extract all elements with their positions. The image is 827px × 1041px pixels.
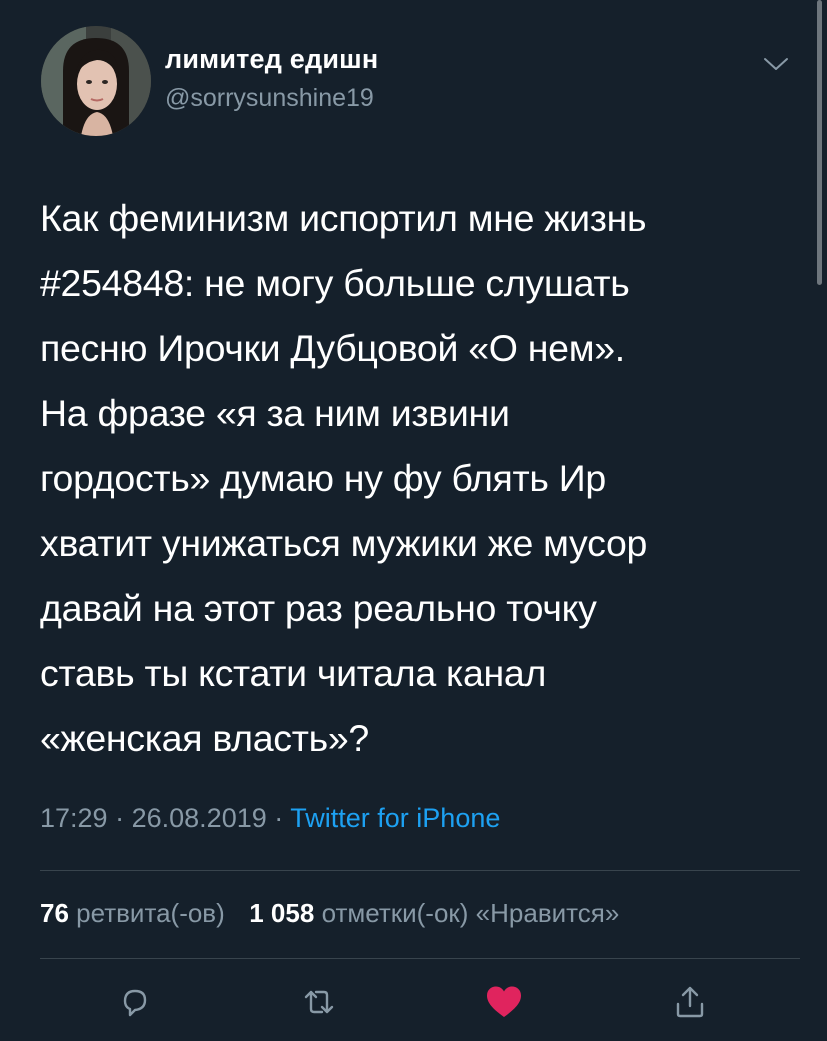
tweet-stats: 76 ретвита(-ов) 1 058 отметки(-ок) «Нрав… [40, 898, 619, 929]
tweet-text: Как феминизм испортил мне жизнь #254848:… [40, 186, 800, 771]
likes-stat[interactable]: 1 058 отметки(-ок) «Нравится» [249, 898, 619, 928]
more-options-button[interactable] [758, 50, 794, 78]
profile-photo-icon [41, 26, 151, 136]
tweet-text-line: давай на этот раз реально точку [40, 587, 597, 629]
tweet-time: 17:29 [40, 803, 108, 833]
divider [40, 958, 800, 959]
tweet-date: 26.08.2019 [131, 803, 267, 833]
retweet-button[interactable] [297, 980, 341, 1024]
tweet-text-line: «женская власть»? [40, 717, 369, 759]
tweet-text-line: На фразе «я за ним извини [40, 392, 510, 434]
tweet-text-line: Как феминизм испортил мне жизнь [40, 197, 647, 239]
likes-count: 1 058 [249, 898, 315, 928]
tweet-text-line: песню Ирочки Дубцовой «О нем». [40, 327, 625, 369]
tweet-meta: 17:29 · 26.08.2019 · Twitter for iPhone [40, 803, 500, 834]
heart-icon [487, 986, 521, 1017]
meta-separator: · [115, 803, 125, 833]
chevron-down-icon [764, 58, 788, 70]
user-handle[interactable]: @sorrysunshine19 [165, 84, 374, 113]
tweet-source-link[interactable]: Twitter for iPhone [290, 803, 500, 833]
share-button[interactable] [668, 980, 712, 1024]
likes-label: отметки(-ок) «Нравится» [321, 898, 620, 928]
scrollbar[interactable] [817, 0, 822, 285]
tweet-text-line: хватит унижаться мужики же мусор [40, 522, 648, 564]
retweet-icon [304, 990, 334, 1014]
meta-separator: · [274, 803, 284, 833]
divider [40, 870, 800, 871]
tweet-text-line: ставь ты кстати читала канал [40, 652, 547, 694]
reply-button[interactable] [113, 980, 157, 1024]
retweets-count: 76 [40, 898, 69, 928]
tweet-text-line: #254848: не могу больше слушать [40, 262, 630, 304]
tweet-detail-page: лимитед едишн @sorrysunshine19 Как фемин… [0, 0, 827, 1041]
tweet-text-line: гордость» думаю ну фу блять Ир [40, 457, 606, 499]
display-name[interactable]: лимитед едишн [165, 44, 378, 75]
avatar[interactable] [41, 26, 151, 136]
like-button[interactable] [482, 980, 526, 1024]
share-icon [676, 986, 704, 1018]
retweets-label: ретвита(-ов) [76, 898, 225, 928]
reply-icon [123, 989, 147, 1017]
retweets-stat[interactable]: 76 ретвита(-ов) [40, 898, 232, 928]
